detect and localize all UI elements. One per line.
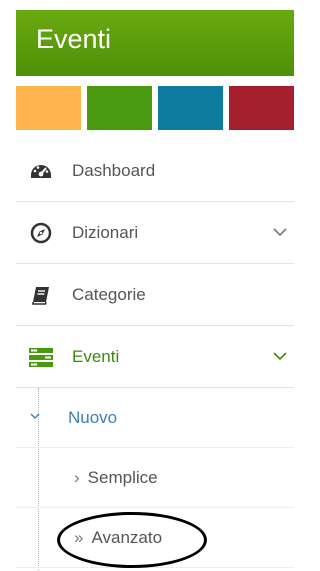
chevron-right-icon: ›	[74, 467, 80, 487]
swatch-green[interactable]	[87, 86, 152, 130]
sidebar-item-categorie[interactable]: Categorie	[16, 264, 294, 326]
swatch-red[interactable]	[229, 86, 294, 130]
chevron-down-icon[interactable]	[272, 348, 288, 364]
sidebar-item-label: Dashboard	[72, 160, 156, 180]
color-swatches	[16, 86, 294, 130]
sidebar-item-dizionari[interactable]: Dizionari	[16, 202, 294, 264]
swatch-orange[interactable]	[16, 86, 81, 130]
chevron-down-icon[interactable]	[272, 224, 288, 240]
sidebar-item-nuovo[interactable]: Nuovo	[16, 388, 294, 448]
sidebar-item-eventi[interactable]: Eventi	[16, 326, 294, 388]
sidebar: Eventi Dashboard Dizionari Categorie Eve…	[0, 0, 294, 571]
header-title: Eventi	[36, 24, 112, 54]
sidebar-item-semplice[interactable]: › Semplice	[16, 448, 294, 508]
sidebar-item-label: Nuovo	[68, 407, 118, 427]
swatch-blue[interactable]	[158, 86, 223, 130]
sidebar-item-label: Eventi	[72, 346, 120, 366]
compass-icon	[28, 220, 54, 246]
sidebar-header: Eventi	[16, 10, 294, 76]
book-icon	[28, 282, 54, 308]
sidebar-menu: Dashboard Dizionari Categorie Eventi Nuo…	[16, 140, 294, 571]
dashboard-icon	[28, 158, 54, 184]
highlight-circle	[57, 512, 207, 568]
list-icon	[28, 344, 54, 370]
sidebar-item-label: Dizionari	[72, 222, 139, 242]
sidebar-item-label: Categorie	[72, 284, 146, 304]
chevron-down-icon	[30, 413, 40, 419]
sidebar-item-dashboard[interactable]: Dashboard	[16, 140, 294, 202]
sidebar-item-label: Semplice	[87, 467, 158, 487]
